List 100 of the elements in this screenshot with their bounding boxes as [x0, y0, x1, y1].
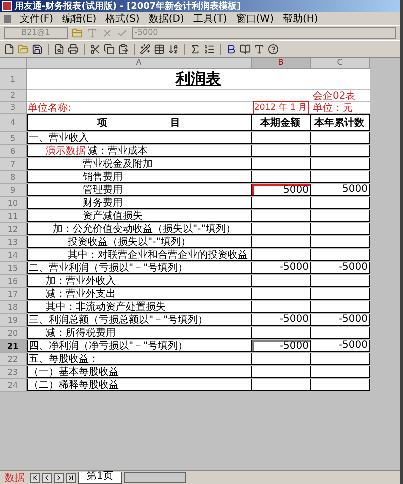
menu-item[interactable]: 工具(T) — [193, 12, 228, 26]
table-cell[interactable] — [311, 210, 370, 222]
table-cell[interactable] — [311, 132, 370, 144]
book-icon[interactable] — [240, 44, 251, 54]
table-cell[interactable]: 单位名称: — [27, 102, 252, 113]
table-cell[interactable]: 一、营业收入 — [27, 132, 252, 144]
table-cell[interactable]: 投资收益（损失以"-"填列） — [27, 236, 252, 248]
table-cell[interactable]: （二）稀释每股收益 — [27, 379, 252, 391]
amount-cell[interactable] — [252, 288, 311, 300]
printer-icon[interactable] — [68, 44, 79, 54]
table-cell[interactable]: 管理费用 — [27, 184, 252, 196]
table-cell[interactable]: 其中：对联营企业和合营企业的投资收益 — [27, 249, 252, 261]
table-cell[interactable]: 财务费用 — [27, 197, 252, 209]
amount-cell[interactable] — [252, 353, 311, 365]
column-header[interactable]: C — [311, 58, 370, 69]
table-cell[interactable] — [311, 158, 370, 170]
help-icon[interactable] — [268, 44, 279, 54]
sort-icon[interactable] — [168, 44, 179, 54]
table-cell[interactable]: 二、营业利润（亏损以"－"号填列） — [27, 262, 252, 274]
paste-icon[interactable] — [118, 44, 129, 54]
table-cell[interactable]: 加：营业外收入 — [27, 275, 252, 287]
amount-cell[interactable] — [252, 223, 311, 235]
previous-sheet-button[interactable] — [42, 472, 52, 482]
table-cell[interactable] — [311, 171, 370, 183]
table-cell[interactable] — [311, 288, 370, 300]
last-icon — [67, 474, 75, 482]
table-cell[interactable] — [311, 327, 370, 339]
amount-cell[interactable] — [252, 197, 311, 209]
amount-cell[interactable] — [252, 379, 311, 391]
table-cell[interactable]: 资产减值损失 — [27, 210, 252, 222]
save-icon[interactable] — [32, 44, 43, 54]
list-icon[interactable] — [204, 44, 215, 54]
amount-cell[interactable]: -5000 — [252, 262, 311, 274]
table-cell[interactable] — [311, 366, 370, 378]
previous-icon — [43, 474, 51, 482]
amount-cell[interactable] — [252, 275, 311, 287]
table-cell[interactable]: 营业税金及附加 — [27, 158, 252, 170]
menu-item[interactable]: 数据(D) — [148, 12, 184, 26]
table-cell[interactable]: （一）基本每股收益 — [27, 366, 252, 378]
scissors-icon[interactable] — [90, 44, 101, 54]
table-cell[interactable]: 四、净利润（净亏损以"－"号填列） — [27, 340, 252, 352]
amount-cell[interactable] — [252, 236, 311, 248]
amount-cell[interactable] — [252, 132, 311, 144]
sum-icon[interactable] — [190, 44, 201, 54]
menu-item[interactable]: 帮助(H) — [282, 12, 318, 26]
amount-cell[interactable]: 5000 — [252, 184, 311, 196]
table-cell[interactable] — [311, 275, 370, 287]
first-sheet-button[interactable] — [30, 472, 40, 482]
menu-item[interactable]: 格式(S) — [106, 12, 140, 26]
amount-cell[interactable] — [252, 249, 311, 261]
amount-cell[interactable] — [252, 210, 311, 222]
copy-icon[interactable] — [104, 44, 115, 54]
table-cell[interactable]: 会企02表 — [311, 90, 370, 101]
amount-cell[interactable] — [252, 171, 311, 183]
table-cell[interactable] — [311, 197, 370, 209]
menu-item[interactable]: 窗口(W) — [236, 12, 274, 26]
amount-cell[interactable] — [252, 327, 311, 339]
table-cell[interactable]: 销售费用 — [27, 171, 252, 183]
table-cell[interactable] — [311, 223, 370, 235]
first-icon — [31, 474, 39, 482]
table-cell[interactable] — [311, 236, 370, 248]
table-cell[interactable]: 加：公允价值变动收益（损失以"-"填列） — [27, 223, 252, 235]
amount-cell[interactable] — [252, 366, 311, 378]
column-header[interactable]: A — [27, 58, 252, 69]
table-cell[interactable]: -5000 — [311, 340, 370, 352]
table-cell[interactable] — [311, 249, 370, 261]
amount-cell[interactable]: -5000 — [252, 314, 311, 326]
table-icon[interactable] — [154, 44, 165, 54]
row-header[interactable]: 21 — [0, 340, 27, 353]
new-file-icon[interactable] — [4, 44, 15, 54]
horizontal-scrollbar[interactable] — [124, 472, 186, 483]
table-cell[interactable] — [311, 353, 370, 365]
table-cell[interactable] — [311, 145, 370, 157]
text-icon[interactable] — [254, 44, 265, 54]
table-cell[interactable]: 三、利润总额（亏损总额以"－"号填列） — [27, 314, 252, 326]
table-cell[interactable]: 五、每股收益： — [27, 353, 252, 365]
last-sheet-button[interactable] — [66, 472, 76, 482]
wand-icon[interactable] — [140, 44, 151, 54]
menu-item[interactable]: 文件(F) — [20, 12, 54, 26]
table-cell[interactable]: 减：所得税费用 — [27, 327, 252, 339]
amount-cell[interactable] — [252, 158, 311, 170]
amount-cell[interactable]: -5000 — [252, 340, 311, 352]
table-cell[interactable]: -5000 — [311, 314, 370, 326]
table-cell[interactable]: 5000 — [311, 184, 370, 196]
next-sheet-button[interactable] — [54, 472, 64, 482]
table-cell[interactable]: 演示数据 减：营业成本 — [27, 145, 252, 157]
print-preview-icon[interactable] — [54, 44, 65, 54]
table-cell[interactable] — [311, 301, 370, 313]
table-cell[interactable] — [27, 90, 252, 101]
table-cell[interactable]: 减：营业外支出 — [27, 288, 252, 300]
check-icon[interactable] — [117, 28, 128, 38]
amount-cell[interactable] — [252, 145, 311, 157]
table-cell[interactable]: 单位：元 — [311, 102, 370, 113]
table-cell[interactable]: -5000 — [311, 262, 370, 274]
title-cell[interactable]: 利润表 — [27, 69, 370, 89]
table-cell[interactable]: 其中：非流动资产处置损失 — [27, 301, 252, 313]
menu-item[interactable]: 编辑(E) — [62, 12, 97, 26]
amount-cell[interactable] — [252, 301, 311, 313]
table-cell[interactable] — [311, 379, 370, 391]
sheet-tab[interactable]: 第1页 — [78, 472, 122, 484]
